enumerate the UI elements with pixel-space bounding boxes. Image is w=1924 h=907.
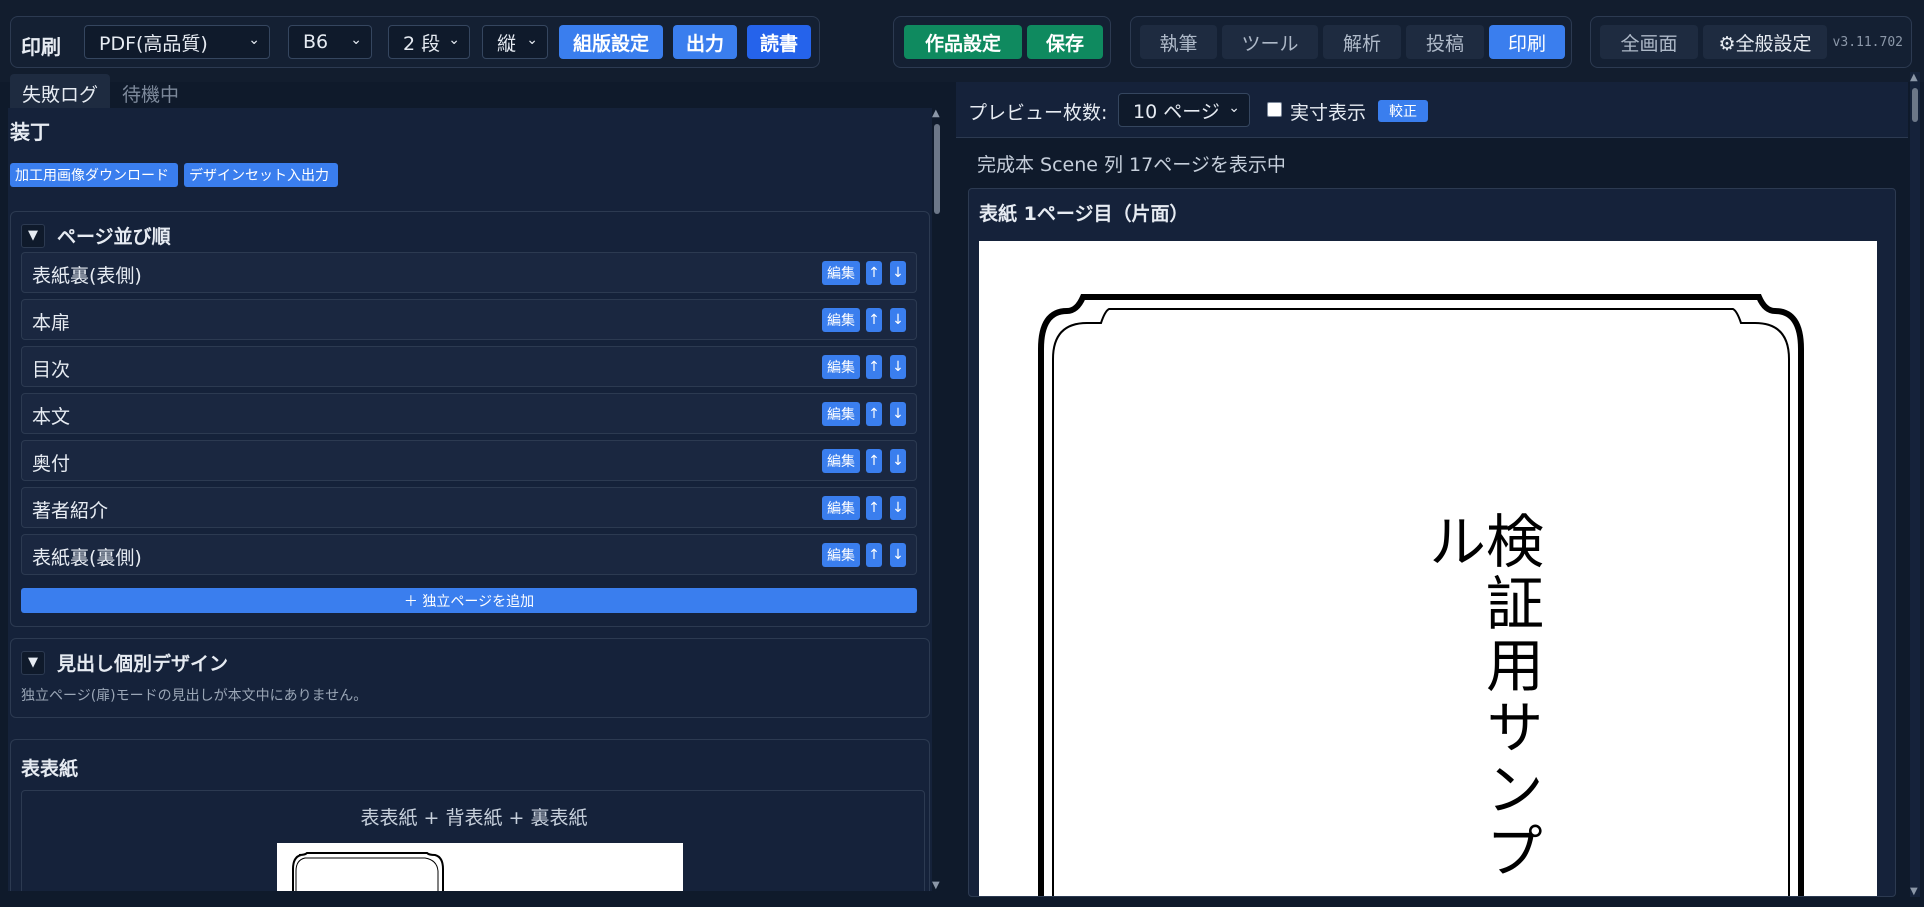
edit-button[interactable]: 編集 xyxy=(822,355,860,379)
move-up-button[interactable]: ↑ xyxy=(866,355,882,379)
cover-subtitle: 表表紙 + 背表紙 + 裏表紙 xyxy=(360,807,588,829)
tab-failure-log[interactable]: 失敗ログ xyxy=(10,74,111,108)
general-settings-button[interactable]: ⚙全般設定 xyxy=(1703,25,1827,59)
fullscreen-button[interactable]: 全画面 xyxy=(1600,25,1698,59)
scroll-up-arrow-icon[interactable]: ▲ xyxy=(932,108,940,119)
list-item: 表紙裏(裏側) 編集 ↑ ↓ xyxy=(21,534,917,575)
page-order-header: ページ並び順 xyxy=(57,226,171,248)
save-button[interactable]: 保存 xyxy=(1027,25,1103,59)
columns-select[interactable]: 2 段 ⌄ xyxy=(388,25,470,59)
collapse-triangle-icon[interactable]: ▼ xyxy=(21,650,45,675)
direction-select[interactable]: 縦 ⌄ xyxy=(482,25,548,59)
section-title: 装丁 xyxy=(10,120,50,144)
log-tabs: 失敗ログ 待機中 xyxy=(10,74,191,108)
preview-controls: プレビュー枚数: 10 ページ ⌄ 実寸表示 較正 xyxy=(956,82,1908,138)
preview-count-select[interactable]: 10 ページ ⌄ xyxy=(1118,93,1250,127)
actual-size-label: 実寸表示 xyxy=(1290,102,1367,124)
right-scrollbar[interactable]: ▲ ▼ xyxy=(1910,72,1920,897)
preview-status: 完成本 Scene 列 17ページを表示中 xyxy=(977,154,1286,176)
move-down-button[interactable]: ↓ xyxy=(890,308,906,332)
move-up-button[interactable]: ↑ xyxy=(866,449,882,473)
global-group: 全画面 ⚙全般設定 v3.11.702 xyxy=(1590,16,1912,68)
move-up-button[interactable]: ↑ xyxy=(866,261,882,285)
move-down-button[interactable]: ↓ xyxy=(890,543,906,567)
cover-title-text: 検証用サンプル xyxy=(1418,511,1544,883)
work-group: 作品設定 保存 xyxy=(893,16,1111,68)
list-item: 目次 編集 ↑ ↓ xyxy=(21,346,917,387)
tab-tools[interactable]: ツール xyxy=(1222,25,1318,59)
top-toolbar: 印刷 PDF(高品質) ⌄ B6 ⌄ 2 段 ⌄ 縦 ⌄ 組版設定 出力 読書 作品設定… xyxy=(0,0,1924,82)
move-down-button[interactable]: ↓ xyxy=(890,261,906,285)
move-up-button[interactable]: ↑ xyxy=(866,402,882,426)
chevron-down-icon: ⌄ xyxy=(350,32,362,48)
tab-print[interactable]: 印刷 xyxy=(1489,25,1565,59)
mode-tabs-group: 執筆 ツール 解析 投稿 印刷 xyxy=(1130,16,1572,68)
cover-title: 表表紙 xyxy=(21,758,79,780)
left-scrollbar[interactable]: ▲ ▼ xyxy=(932,108,942,891)
tab-analysis[interactable]: 解析 xyxy=(1323,25,1401,59)
size-select[interactable]: B6 ⌄ xyxy=(288,25,372,59)
scroll-down-arrow-icon[interactable]: ▼ xyxy=(1910,886,1918,897)
cover-page: 検証用サンプル xyxy=(979,241,1877,896)
list-item: 本文 編集 ↑ ↓ xyxy=(21,393,917,434)
edit-button[interactable]: 編集 xyxy=(822,402,860,426)
design-set-io-button[interactable]: デザインセット入出力 xyxy=(184,163,338,187)
version-label: v3.11.702 xyxy=(1832,35,1903,50)
preview-count-label: プレビュー枚数: xyxy=(968,102,1108,124)
print-options-group: 印刷 PDF(高品質) ⌄ B6 ⌄ 2 段 ⌄ 縦 ⌄ 組版設定 出力 読書 xyxy=(10,16,820,68)
move-down-button[interactable]: ↓ xyxy=(890,449,906,473)
move-down-button[interactable]: ↓ xyxy=(890,355,906,379)
download-image-button[interactable]: 加工用画像ダウンロード xyxy=(10,163,178,187)
heading-design-note: 独立ページ(扉)モードの見出しが本文中にありません。 xyxy=(21,688,368,704)
move-down-button[interactable]: ↓ xyxy=(890,402,906,426)
format-select[interactable]: PDF(高品質) ⌄ xyxy=(84,25,270,59)
move-down-button[interactable]: ↓ xyxy=(890,496,906,520)
list-item: 表紙裏(表側) 編集 ↑ ↓ xyxy=(21,252,917,293)
list-item: 本扉 編集 ↑ ↓ xyxy=(21,299,917,340)
list-item: 著者紹介 編集 ↑ ↓ xyxy=(21,487,917,528)
preview-panel: プレビュー枚数: 10 ページ ⌄ 実寸表示 較正 完成本 Scene 列 17ペ… xyxy=(956,82,1908,897)
cover-frame-thumb xyxy=(292,852,444,891)
chevron-down-icon: ⌄ xyxy=(1228,100,1240,116)
edit-button[interactable]: 編集 xyxy=(822,449,860,473)
move-up-button[interactable]: ↑ xyxy=(866,543,882,567)
output-button[interactable]: 出力 xyxy=(673,25,737,59)
heading-design-header: 見出し個別デザイン xyxy=(57,653,229,675)
collapse-triangle-icon[interactable]: ▼ xyxy=(21,223,45,248)
scroll-down-arrow-icon[interactable]: ▼ xyxy=(932,880,940,891)
tab-post[interactable]: 投稿 xyxy=(1406,25,1484,59)
print-title: 印刷 xyxy=(21,35,61,59)
cover-panel: 表表紙 表表紙 + 背表紙 + 裏表紙 xyxy=(10,739,930,891)
chevron-down-icon: ⌄ xyxy=(248,32,260,48)
actual-size-checkbox[interactable] xyxy=(1267,102,1282,117)
proof-button[interactable]: 較正 xyxy=(1378,100,1428,122)
page-order-panel: ▼ ページ並び順 表紙裏(表側) 編集 ↑ ↓ 本扉 編集 ↑ ↓ 目次 編集 … xyxy=(10,211,930,627)
move-up-button[interactable]: ↑ xyxy=(866,308,882,332)
heading-design-panel: ▼ 見出し個別デザイン 独立ページ(扉)モードの見出しが本文中にありません。 xyxy=(10,638,930,718)
scroll-thumb[interactable] xyxy=(934,124,940,214)
page-preview-card: 表紙 1ページ目（片面） 検証用サンプル xyxy=(968,188,1896,897)
edit-button[interactable]: 編集 xyxy=(822,261,860,285)
edit-button[interactable]: 編集 xyxy=(822,543,860,567)
edit-button[interactable]: 編集 xyxy=(822,308,860,332)
layout-settings-button[interactable]: 組版設定 xyxy=(559,25,663,59)
binding-settings-scroll[interactable]: 装丁 加工用画像ダウンロード デザインセット入出力 ▼ ページ並び順 表紙裏(表… xyxy=(8,108,940,891)
read-button[interactable]: 読書 xyxy=(747,25,811,59)
tab-waiting[interactable]: 待機中 xyxy=(110,74,191,108)
chevron-down-icon: ⌄ xyxy=(526,32,538,48)
scroll-thumb[interactable] xyxy=(1912,88,1918,122)
page-label: 表紙 1ページ目（片面） xyxy=(979,203,1189,225)
move-up-button[interactable]: ↑ xyxy=(866,496,882,520)
list-item: 奥付 編集 ↑ ↓ xyxy=(21,440,917,481)
scroll-up-arrow-icon[interactable]: ▲ xyxy=(1910,72,1918,83)
add-independent-page-button[interactable]: ＋ 独立ページを追加 xyxy=(21,588,917,613)
work-settings-button[interactable]: 作品設定 xyxy=(904,25,1022,59)
left-panel: 失敗ログ 待機中 装丁 加工用画像ダウンロード デザインセット入出力 ▼ ページ… xyxy=(0,72,945,907)
edit-button[interactable]: 編集 xyxy=(822,496,860,520)
tab-writing[interactable]: 執筆 xyxy=(1140,25,1217,59)
cover-thumbnail xyxy=(277,843,683,891)
chevron-down-icon: ⌄ xyxy=(448,32,460,48)
cover-preview-box: 表表紙 + 背表紙 + 裏表紙 xyxy=(21,790,925,891)
